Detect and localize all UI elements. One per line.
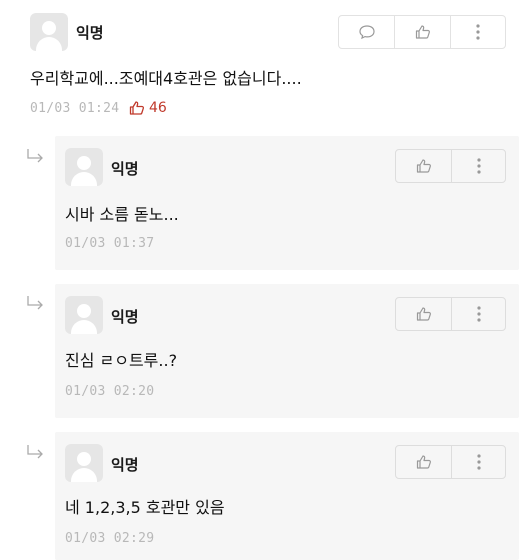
comment-actions [338,15,506,49]
reply-item: 익명 진심 ㄹㅇ트루..? 01/03 02:20 [55,284,519,418]
vote-count: 46 [128,99,167,117]
reply-nickname: 익명 [111,308,139,326]
thumbs-up-icon [415,25,430,39]
more-button[interactable] [452,150,505,182]
reply-text: 시바 소름 돋노... [65,205,179,224]
reply-nickname: 익명 [111,456,139,474]
reply-item: 익명 시바 소름 돋노... 01/03 01:37 [55,136,519,270]
like-button[interactable] [396,298,452,330]
thumbs-up-icon [416,159,431,173]
reply-arrow-icon [27,296,43,310]
avatar [65,148,103,186]
thumbs-up-icon [416,307,431,321]
like-button[interactable] [395,16,451,48]
like-button[interactable] [396,446,452,478]
comment-nickname: 익명 [76,24,104,42]
reply-button[interactable] [339,16,395,48]
thumbs-up-icon [129,101,145,115]
more-button[interactable] [451,16,505,48]
speech-bubble-icon [358,25,375,40]
avatar [65,444,103,482]
comment-time: 01/03 01:24 [30,101,120,116]
more-vertical-icon [476,158,481,174]
comment-text: 우리학교에...조예대4호관은 없습니다.... [30,69,302,88]
thumbs-up-icon [416,455,431,469]
like-button[interactable] [396,150,452,182]
reply-actions [395,149,506,183]
reply-actions [395,297,506,331]
reply-text: 진심 ㄹㅇ트루..? [65,351,178,370]
more-vertical-icon [476,454,481,470]
reply-time: 01/03 02:20 [65,384,155,399]
avatar [65,296,103,334]
reply-nickname: 익명 [111,160,139,178]
reply-item: 익명 네 1,2,3,5 호관만 있음 01/03 02:29 [55,432,519,560]
vote-count-value: 46 [149,100,167,116]
reply-time: 01/03 02:29 [65,531,155,546]
more-button[interactable] [452,446,505,478]
reply-arrow-icon [27,149,43,163]
reply-text: 네 1,2,3,5 호관만 있음 [65,498,225,517]
more-button[interactable] [452,298,505,330]
reply-actions [395,445,506,479]
more-vertical-icon [476,24,480,40]
more-vertical-icon [476,306,481,322]
reply-time: 01/03 01:37 [65,236,155,251]
reply-arrow-icon [27,445,43,459]
avatar [30,13,68,51]
